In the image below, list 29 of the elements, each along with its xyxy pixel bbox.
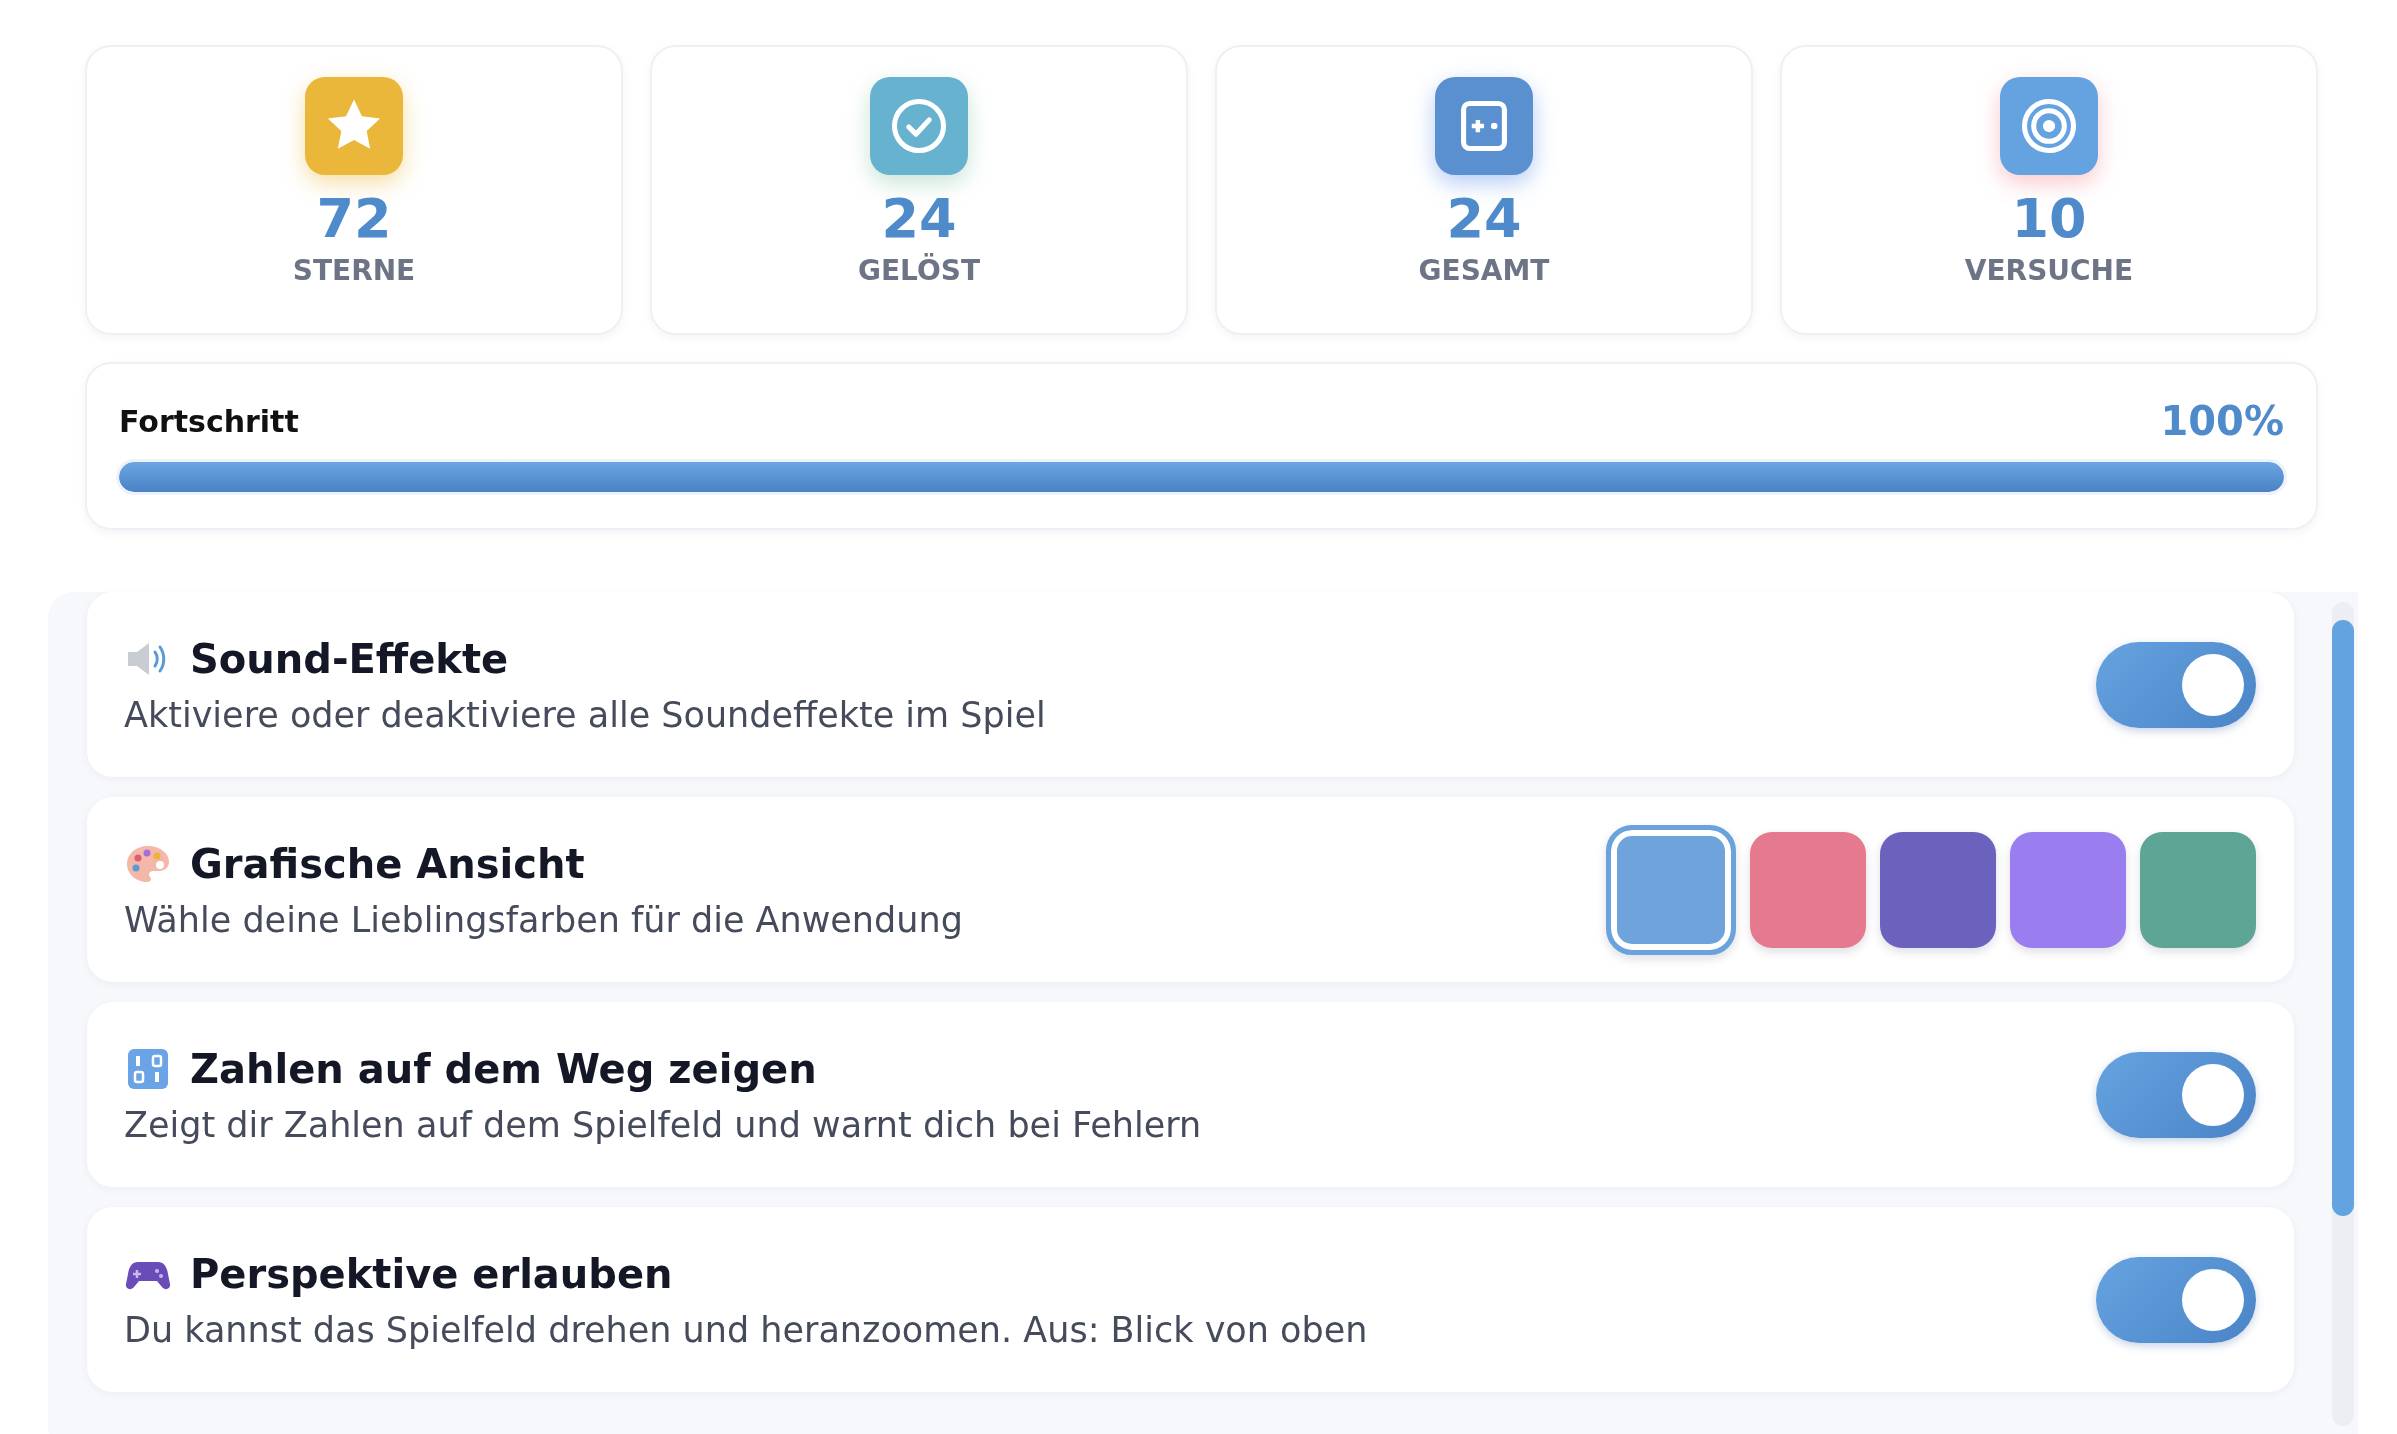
stat-value: 10 <box>2011 189 2087 249</box>
color-swatch[interactable] <box>2010 831 2126 948</box>
stat-value: 24 <box>1446 189 1522 249</box>
toggle-switch[interactable] <box>2096 641 2256 728</box>
setting-description: Zeigt dir Zahlen auf dem Spielfeld und warnt dich bei Fehlern <box>124 1104 1202 1145</box>
toggle-switch[interactable] <box>2096 1051 2256 1138</box>
setting-title: Perspektive erlauben <box>190 1250 673 1297</box>
progress-percent: 100% <box>2160 398 2284 444</box>
setting-description: Aktiviere oder deaktiviere alle Soundeffekte im Spiel <box>124 694 1046 735</box>
stat-value: 24 <box>881 189 957 249</box>
setting-title: Zahlen auf dem Weg zeigen <box>190 1045 817 1092</box>
stat-label: STERNE <box>292 254 416 288</box>
progress-label: Fortschritt <box>119 403 299 439</box>
setting-description: Wähle deine Lieblingsfarben für die Anwendung <box>124 899 963 940</box>
stat-label: GELÖST <box>858 254 980 288</box>
toggle-switch[interactable] <box>2096 1256 2256 1343</box>
setting-title: Sound-Effekte <box>190 635 509 682</box>
target-icon <box>2000 77 2098 175</box>
stat-label: GESAMT <box>1418 254 1550 288</box>
game-tile-icon <box>1435 77 1533 175</box>
setting-description: Du kannst das Spielfeld drehen und heranzoomen. Aus: Blick von oben <box>124 1309 1368 1350</box>
scrollbar-thumb[interactable] <box>2332 620 2354 1216</box>
color-swatch[interactable] <box>1606 824 1736 955</box>
setting-title: Grafische Ansicht <box>190 840 585 887</box>
color-swatch[interactable] <box>1880 831 1996 948</box>
color-swatch[interactable] <box>2140 831 2256 948</box>
color-swatch[interactable] <box>1750 831 1866 948</box>
stat-label: VERSUCHE <box>1964 254 2134 288</box>
stat-value: 72 <box>316 189 392 249</box>
